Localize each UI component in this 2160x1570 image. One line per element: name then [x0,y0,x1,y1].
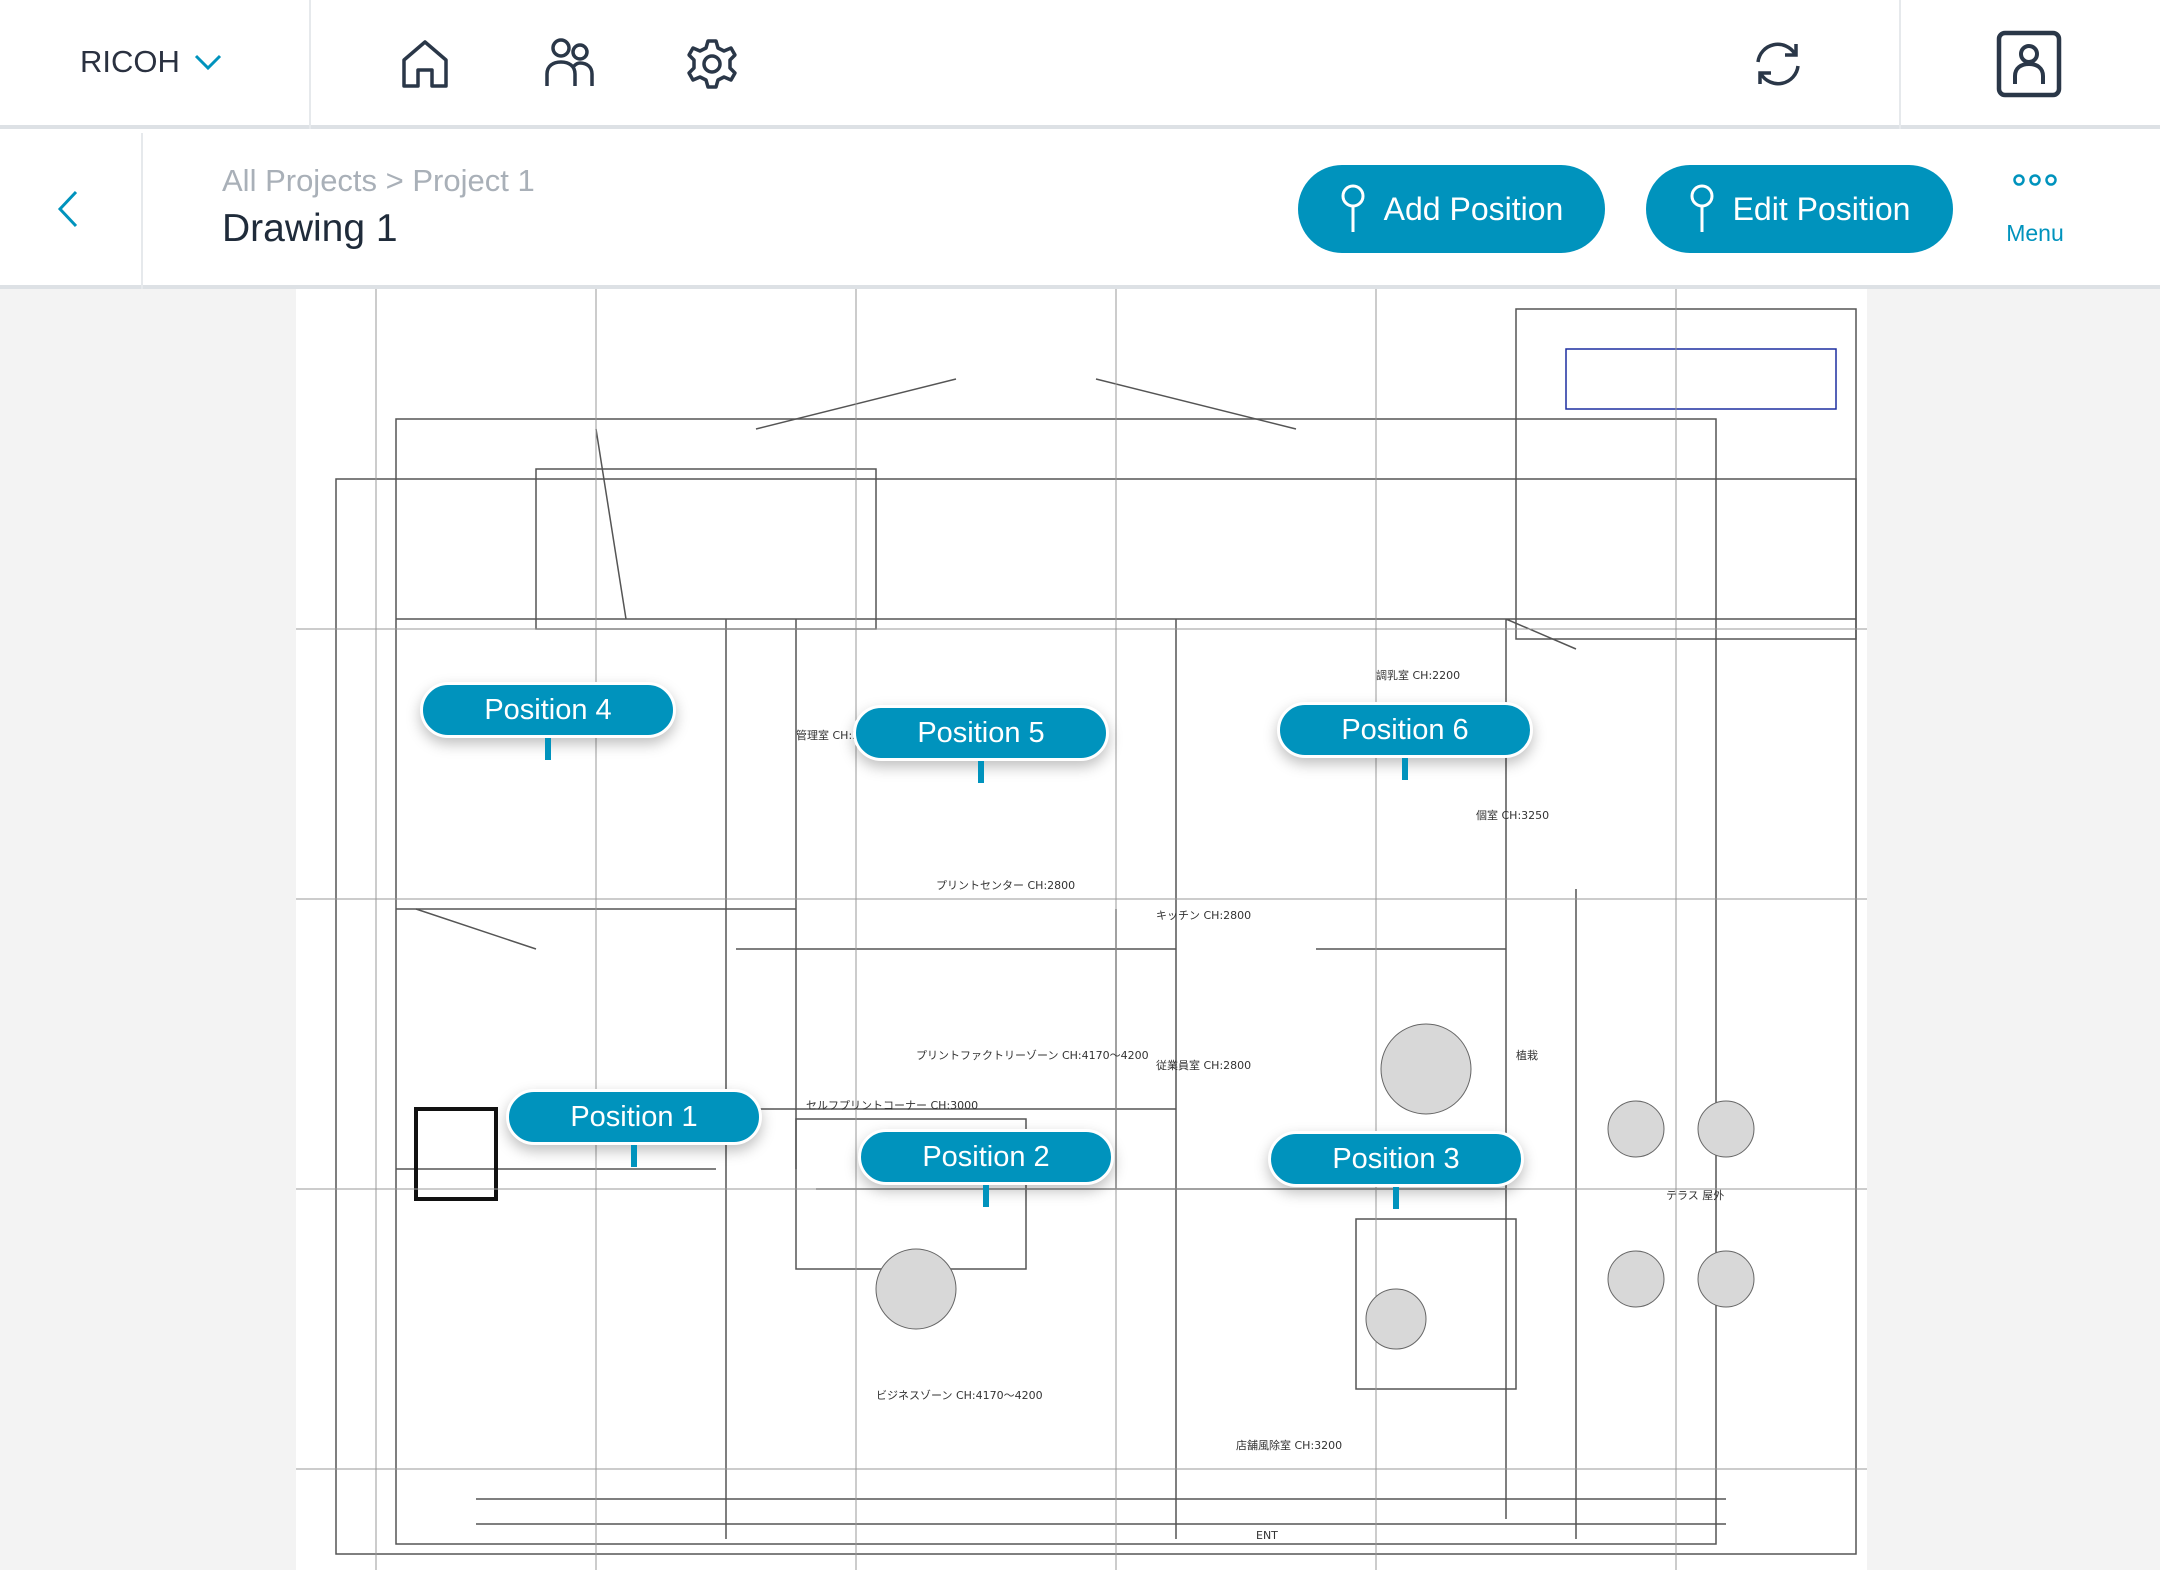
divider [141,133,143,289]
menu-label: Menu [2006,220,2064,246]
menu-button[interactable]: Menu [1990,173,2080,247]
brand-label: RICOH [80,44,180,79]
chevron-down-icon [194,54,221,71]
position-marker-5[interactable]: Position 5 [853,705,1109,783]
back-chevron-icon[interactable] [56,189,80,229]
plan-label: 個室 CH:3250 [1476,808,1549,822]
drawing-canvas[interactable]: 管理室 CH:2800 プリントセンター CH:2800 調乳室 CH:2200… [0,289,2160,1570]
position-marker-4[interactable]: Position 4 [420,682,676,760]
plan-label: 調乳室 CH:2200 [1376,668,1460,682]
plan-label: テラス 屋外 [1666,1189,1724,1202]
floor-plan[interactable]: 管理室 CH:2800 プリントセンター CH:2800 調乳室 CH:2200… [296,289,1867,1570]
drawing-toolbar: All Projects > Project 1 Drawing 1 Add P… [0,133,2160,289]
map-pin-icon [1690,184,1714,232]
plan-label: プリントファクトリーゾーン CH:4170～4200 [916,1049,1149,1062]
top-bar: RICOH [0,0,2160,129]
edit-position-button[interactable]: Edit Position [1646,165,1953,253]
page-title: Drawing 1 [222,207,398,250]
org-switcher[interactable]: RICOH [80,44,222,80]
plan-label: ENT [1256,1529,1278,1542]
plan-label: プリントセンター CH:2800 [936,879,1075,892]
map-pin-icon [1341,184,1365,232]
position-marker-3[interactable]: Position 3 [1268,1131,1524,1209]
home-icon[interactable] [400,38,450,90]
position-marker-1[interactable]: Position 1 [506,1089,762,1167]
divider [1899,0,1901,129]
add-position-button[interactable]: Add Position [1298,165,1605,253]
people-icon[interactable] [544,36,596,90]
plan-label: キッチン CH:2800 [1156,909,1251,922]
position-marker-2[interactable]: Position 2 [858,1129,1114,1207]
more-dots-icon [2013,174,2057,186]
plan-label: 従業員室 CH:2800 [1156,1058,1251,1072]
plan-label: セルフプリントコーナー CH:3000 [806,1099,978,1112]
gear-icon[interactable] [686,38,738,90]
edit-position-label: Edit Position [1732,190,1911,227]
plan-label: 植栽 [1516,1048,1538,1062]
divider [309,0,311,129]
plan-label: 店舗風除室 CH:3200 [1236,1438,1342,1452]
user-profile-icon[interactable] [1996,30,2062,98]
plan-label: ビジネスゾーン CH:4170～4200 [876,1389,1043,1402]
breadcrumb[interactable]: All Projects > Project 1 [222,163,535,199]
add-position-label: Add Position [1383,190,1564,227]
floor-plan-drawing: 管理室 CH:2800 プリントセンター CH:2800 調乳室 CH:2200… [296,289,1867,1570]
position-marker-6[interactable]: Position 6 [1277,702,1533,780]
sync-icon[interactable] [1752,40,1804,88]
